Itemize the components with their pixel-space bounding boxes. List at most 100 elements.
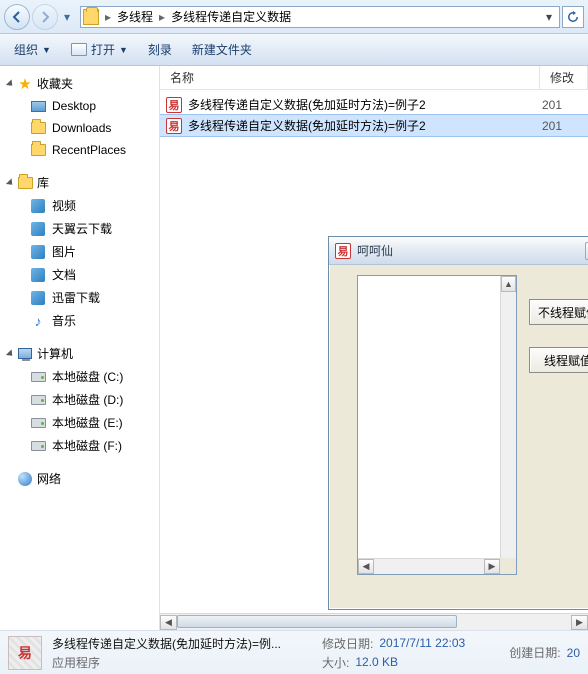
sidebar-group-header[interactable]: 库 bbox=[0, 171, 159, 194]
file-row[interactable]: 易 多线程传递自定义数据(免加延时方法)=例子2 201 bbox=[160, 94, 588, 115]
sidebar-group-network: 网络 bbox=[0, 467, 159, 490]
dialog-title: 呵呵仙 bbox=[357, 242, 393, 259]
download-icon bbox=[30, 290, 46, 306]
app-icon: 易 bbox=[335, 243, 351, 259]
sidebar-item-recent[interactable]: RecentPlaces bbox=[26, 139, 159, 161]
column-header-row: 名称 修改 bbox=[160, 66, 588, 90]
sidebar-item-label: Downloads bbox=[52, 121, 111, 135]
meta-value: 12.0 KB bbox=[355, 655, 398, 669]
column-header-modified[interactable]: 修改 bbox=[540, 66, 588, 89]
sidebar-item-label: 本地磁盘 (D:) bbox=[52, 391, 123, 408]
sidebar-group-favorites: ★收藏夹 Desktop Downloads RecentPlaces bbox=[0, 72, 159, 161]
file-type-icon: 易 bbox=[8, 636, 42, 670]
details-filetype: 应用程序 bbox=[52, 654, 312, 671]
dialog-titlebar[interactable]: 易 呵呵仙 ✕ bbox=[329, 237, 588, 265]
breadcrumb-item[interactable]: 多线程 bbox=[113, 8, 157, 25]
meta-label: 创建日期: bbox=[509, 644, 560, 661]
cloud-icon bbox=[30, 221, 46, 237]
chevron-down-icon: ▼ bbox=[119, 45, 128, 55]
sidebar-item-label: 本地磁盘 (E:) bbox=[52, 414, 123, 431]
refresh-button[interactable] bbox=[562, 6, 584, 28]
sidebar-item-label: 本地磁盘 (F:) bbox=[52, 437, 122, 454]
sidebar-item-label: 迅雷下载 bbox=[52, 289, 100, 306]
new-folder-label: 新建文件夹 bbox=[192, 41, 252, 58]
vertical-scrollbar[interactable]: ▲ ▼ bbox=[500, 276, 516, 574]
drive-icon bbox=[30, 369, 46, 385]
command-bar: 组织 ▼ 打开 ▼ 刻录 新建文件夹 bbox=[0, 34, 588, 66]
sidebar-item-pictures[interactable]: 图片 bbox=[26, 240, 159, 263]
folder-icon bbox=[30, 142, 46, 158]
sidebar-group-header[interactable]: ★收藏夹 bbox=[0, 72, 159, 95]
horizontal-scrollbar[interactable]: ◀ ▶ bbox=[358, 558, 500, 574]
address-bar[interactable]: ▸ 多线程 ▸ 多线程传递自定义数据 ▾ bbox=[80, 6, 560, 28]
file-row[interactable]: 易 多线程传递自定义数据(免加延时方法)=例子2 201 bbox=[160, 115, 588, 136]
button-label: 线程赋值 bbox=[544, 352, 588, 369]
meta-value: 20 bbox=[567, 646, 580, 660]
column-label: 修改 bbox=[550, 69, 574, 86]
nav-back-button[interactable] bbox=[4, 4, 30, 30]
thread-assign-button[interactable]: 线程赋值 bbox=[529, 347, 588, 373]
favorites-icon: ★ bbox=[17, 76, 33, 92]
scroll-right-button[interactable]: ▶ bbox=[571, 615, 588, 630]
sidebar-item-drive-c[interactable]: 本地磁盘 (C:) bbox=[26, 365, 159, 388]
sidebar-item-videos[interactable]: 视频 bbox=[26, 194, 159, 217]
nav-pane: ★收藏夹 Desktop Downloads RecentPlaces 库 视频… bbox=[0, 66, 160, 630]
library-icon bbox=[17, 175, 33, 191]
sidebar-group-header[interactable]: 网络 bbox=[0, 467, 159, 490]
scroll-thumb[interactable] bbox=[177, 615, 457, 628]
burn-button[interactable]: 刻录 bbox=[140, 38, 180, 61]
details-filename: 多线程传递自定义数据(免加延时方法)=例... bbox=[52, 635, 312, 652]
open-label: 打开 bbox=[91, 41, 115, 58]
meta-label: 修改日期: bbox=[322, 635, 373, 652]
app-window: 易 呵呵仙 ✕ ▲ ▼ ◀ ▶ bbox=[328, 236, 588, 610]
drive-icon bbox=[30, 415, 46, 431]
listbox[interactable]: ▲ ▼ ◀ ▶ bbox=[357, 275, 517, 575]
address-dropdown[interactable]: ▾ bbox=[541, 10, 557, 24]
nav-history-dropdown[interactable]: ▾ bbox=[60, 10, 74, 24]
sidebar-item-desktop[interactable]: Desktop bbox=[26, 95, 159, 117]
scroll-track[interactable] bbox=[374, 559, 484, 574]
main-area: ★收藏夹 Desktop Downloads RecentPlaces 库 视频… bbox=[0, 66, 588, 630]
file-date: 201 bbox=[542, 119, 582, 133]
exe-icon: 易 bbox=[166, 97, 182, 113]
organize-button[interactable]: 组织 ▼ bbox=[6, 38, 59, 61]
breadcrumb-item[interactable]: 多线程传递自定义数据 bbox=[167, 8, 295, 25]
nav-forward-button[interactable] bbox=[32, 4, 58, 30]
expand-icon bbox=[6, 178, 15, 187]
column-header-name[interactable]: 名称 bbox=[160, 66, 540, 89]
sidebar-item-label: RecentPlaces bbox=[52, 143, 126, 157]
new-folder-button[interactable]: 新建文件夹 bbox=[184, 38, 260, 61]
scroll-up-button[interactable]: ▲ bbox=[501, 276, 516, 292]
sidebar-group-header[interactable]: 计算机 bbox=[0, 342, 159, 365]
sidebar-item-music[interactable]: ♪音乐 bbox=[26, 309, 159, 332]
open-button[interactable]: 打开 ▼ bbox=[63, 38, 136, 61]
computer-icon bbox=[17, 346, 33, 362]
sidebar-item-documents[interactable]: 文档 bbox=[26, 263, 159, 286]
sidebar-item-drive-f[interactable]: 本地磁盘 (F:) bbox=[26, 434, 159, 457]
sidebar-item-drive-e[interactable]: 本地磁盘 (E:) bbox=[26, 411, 159, 434]
details-modified: 修改日期:2017/7/11 22:03 bbox=[322, 635, 465, 652]
sidebar-item-cloud[interactable]: 天翼云下载 bbox=[26, 217, 159, 240]
document-icon bbox=[30, 267, 46, 283]
file-date: 201 bbox=[542, 98, 582, 112]
scroll-right-button[interactable]: ▶ bbox=[484, 559, 500, 574]
column-label: 名称 bbox=[170, 69, 194, 86]
content-horizontal-scrollbar[interactable]: ◀ ▶ bbox=[160, 613, 588, 630]
group-label: 库 bbox=[37, 174, 49, 191]
network-icon bbox=[17, 471, 33, 487]
scroll-left-button[interactable]: ◀ bbox=[358, 559, 374, 574]
dialog-body: ▲ ▼ ◀ ▶ 不线程赋值 线程赋值 ➤ bbox=[343, 275, 588, 595]
no-thread-assign-button[interactable]: 不线程赋值 bbox=[529, 299, 588, 325]
file-list-pane: 名称 修改 易 多线程传递自定义数据(免加延时方法)=例子2 201 易 多线程… bbox=[160, 66, 588, 630]
details-meta-col: 修改日期:2017/7/11 22:03 大小:12.0 KB bbox=[322, 635, 465, 671]
drive-icon bbox=[30, 438, 46, 454]
sidebar-item-drive-d[interactable]: 本地磁盘 (D:) bbox=[26, 388, 159, 411]
organize-label: 组织 bbox=[14, 41, 38, 58]
scroll-left-button[interactable]: ◀ bbox=[160, 615, 177, 630]
scroll-track[interactable] bbox=[501, 292, 516, 558]
sidebar-item-xunlei[interactable]: 迅雷下载 bbox=[26, 286, 159, 309]
scroll-track[interactable] bbox=[177, 615, 571, 630]
chevron-down-icon: ▼ bbox=[42, 45, 51, 55]
file-list: 易 多线程传递自定义数据(免加延时方法)=例子2 201 易 多线程传递自定义数… bbox=[160, 90, 588, 140]
sidebar-item-downloads[interactable]: Downloads bbox=[26, 117, 159, 139]
